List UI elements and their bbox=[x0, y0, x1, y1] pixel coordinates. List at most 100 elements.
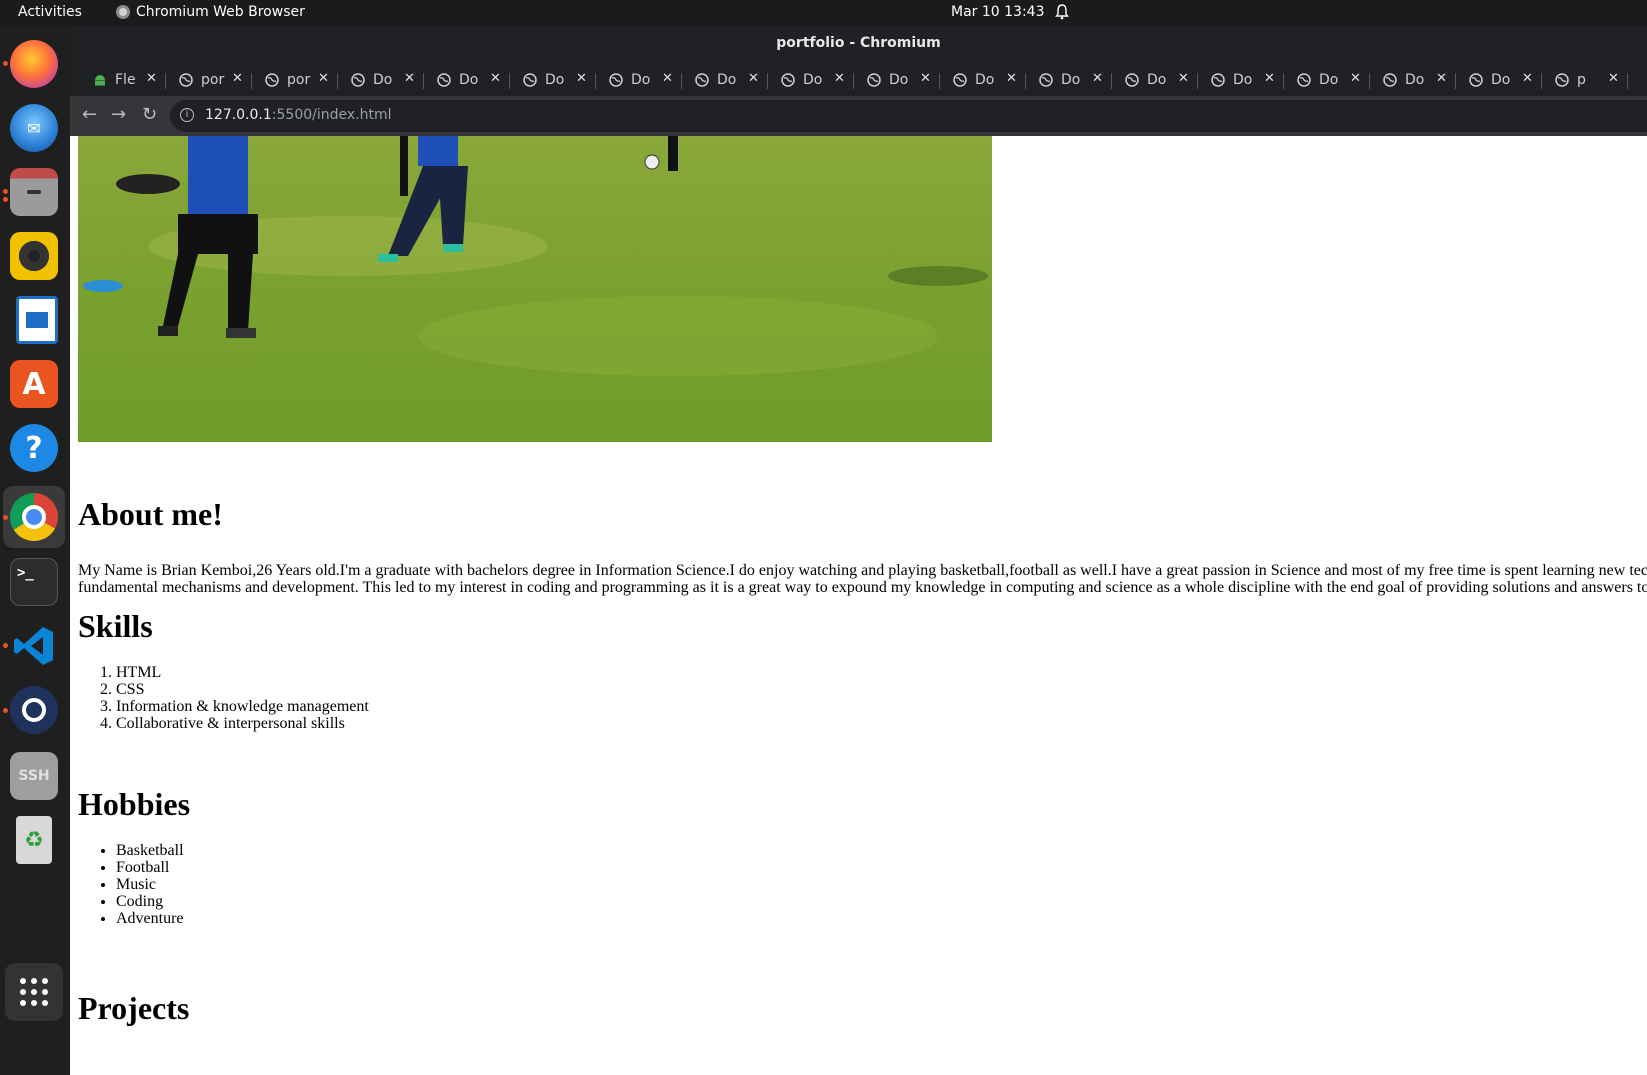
app-menu-label: Chromium Web Browser bbox=[136, 4, 305, 20]
tab-close-icon[interactable]: ✕ bbox=[1264, 71, 1275, 86]
forward-arrow-icon[interactable]: → bbox=[111, 104, 126, 125]
running-indicator bbox=[3, 189, 8, 194]
site-info-icon[interactable]: i bbox=[180, 108, 194, 122]
skill-item: HTML bbox=[116, 664, 369, 681]
browser-tab[interactable]: Do ✕ bbox=[854, 68, 940, 94]
globe-icon bbox=[1383, 73, 1397, 87]
tab-title: Do bbox=[889, 72, 909, 88]
android-icon bbox=[93, 73, 107, 87]
ubuntu-software-icon[interactable]: A bbox=[10, 360, 58, 408]
globe-icon bbox=[695, 73, 709, 87]
tab-close-icon[interactable]: ✕ bbox=[490, 71, 501, 86]
browser-tab[interactable]: p ✕ bbox=[1542, 68, 1628, 94]
browser-tab[interactable]: por ✕ bbox=[166, 68, 252, 94]
clock[interactable]: Mar 10 13:43 bbox=[951, 4, 1044, 20]
tab-close-icon[interactable]: ✕ bbox=[1092, 71, 1103, 86]
browser-tab[interactable]: Do ✕ bbox=[338, 68, 424, 94]
ssh-keys-icon[interactable]: SSH bbox=[10, 752, 58, 800]
writer-icon[interactable] bbox=[16, 296, 58, 344]
tab-close-icon[interactable]: ✕ bbox=[404, 71, 415, 86]
rhythmbox-icon[interactable] bbox=[10, 232, 58, 280]
globe-icon bbox=[1469, 73, 1483, 87]
browser-tab[interactable]: Do ✕ bbox=[682, 68, 768, 94]
vscode-icon[interactable] bbox=[10, 622, 58, 670]
tab-close-icon[interactable]: ✕ bbox=[748, 71, 759, 86]
mattermost-icon[interactable] bbox=[10, 686, 58, 734]
tab-title: Do bbox=[631, 72, 651, 88]
reload-icon[interactable]: ↻ bbox=[142, 104, 157, 125]
tab-title: Do bbox=[1147, 72, 1167, 88]
running-indicator bbox=[3, 515, 8, 520]
globe-icon bbox=[523, 73, 537, 87]
globe-icon bbox=[179, 73, 193, 87]
chromium-icon[interactable] bbox=[10, 493, 58, 541]
tab-title: p bbox=[1577, 72, 1586, 88]
about-line: My Name is Brian Kemboi,26 Years old.I'm… bbox=[78, 562, 1647, 579]
notification-bell-icon[interactable] bbox=[1055, 4, 1069, 24]
terminal-icon[interactable]: >_ bbox=[10, 558, 58, 606]
browser-tab[interactable]: Do ✕ bbox=[510, 68, 596, 94]
tab-close-icon[interactable]: ✕ bbox=[662, 71, 673, 86]
tab-strip: Fle ✕ por ✕ por ✕ Do ✕ Do ✕ Do ✕ Do ✕ Do ✕ Do ✕ Do ✕ Do ✕ Do ✕ D… bbox=[70, 62, 1647, 96]
browser-tab[interactable]: Do ✕ bbox=[1198, 68, 1284, 94]
running-indicator bbox=[3, 61, 8, 66]
browser-toolbar: ← → ↻ i 127.0.0.1:5500/index.html bbox=[70, 96, 1647, 136]
window-title: portfolio - Chromium bbox=[70, 26, 1647, 62]
browser-tab[interactable]: Do ✕ bbox=[768, 68, 854, 94]
tab-title: Do bbox=[1405, 72, 1425, 88]
tab-close-icon[interactable]: ✕ bbox=[1522, 71, 1533, 86]
globe-icon bbox=[265, 73, 279, 87]
running-indicator bbox=[3, 197, 8, 202]
hobby-item: Coding bbox=[116, 893, 184, 910]
tab-close-icon[interactable]: ✕ bbox=[920, 71, 931, 86]
tab-close-icon[interactable]: ✕ bbox=[232, 71, 243, 86]
url-text[interactable]: 127.0.0.1:5500/index.html bbox=[205, 107, 392, 123]
browser-tab[interactable]: Do ✕ bbox=[424, 68, 510, 94]
hobby-item: Music bbox=[116, 876, 184, 893]
browser-tab[interactable]: Do ✕ bbox=[1370, 68, 1456, 94]
browser-tab[interactable]: Do ✕ bbox=[1284, 68, 1370, 94]
tab-title: Do bbox=[459, 72, 479, 88]
chromium-mini-icon bbox=[116, 5, 130, 19]
running-indicator bbox=[3, 643, 8, 648]
browser-tab[interactable]: Do ✕ bbox=[940, 68, 1026, 94]
browser-tab[interactable]: Do ✕ bbox=[1456, 68, 1542, 94]
projects-heading: Projects bbox=[78, 990, 190, 1026]
trash-icon[interactable]: ♻ bbox=[16, 816, 52, 864]
firefox-icon[interactable] bbox=[10, 40, 58, 88]
about-line: fundamental mechanisms and development. … bbox=[78, 579, 1647, 596]
thunderbird-icon[interactable]: ✉ bbox=[10, 104, 58, 152]
tab-title: por bbox=[201, 72, 225, 88]
back-arrow-icon[interactable]: ← bbox=[82, 104, 97, 125]
tab-close-icon[interactable]: ✕ bbox=[1608, 71, 1619, 86]
globe-icon bbox=[1211, 73, 1225, 87]
help-icon[interactable]: ? bbox=[10, 424, 58, 472]
browser-tab[interactable]: Fle ✕ bbox=[80, 68, 166, 94]
browser-tab[interactable]: Do ✕ bbox=[1112, 68, 1198, 94]
browser-tab[interactable]: Do ✕ bbox=[1026, 68, 1112, 94]
globe-icon bbox=[1125, 73, 1139, 87]
globe-icon bbox=[351, 73, 365, 87]
tab-close-icon[interactable]: ✕ bbox=[318, 71, 329, 86]
tab-close-icon[interactable]: ✕ bbox=[1006, 71, 1017, 86]
files-icon[interactable] bbox=[10, 168, 58, 216]
tab-title: por bbox=[287, 72, 311, 88]
browser-tab[interactable]: por ✕ bbox=[252, 68, 338, 94]
hobby-item: Basketball bbox=[116, 842, 184, 859]
tab-close-icon[interactable]: ✕ bbox=[1436, 71, 1447, 86]
tab-close-icon[interactable]: ✕ bbox=[1350, 71, 1361, 86]
tab-close-icon[interactable]: ✕ bbox=[1178, 71, 1189, 86]
hobbies-list: Basketball Football Music Coding Adventu… bbox=[78, 842, 184, 927]
gnome-top-bar: Activities Chromium Web Browser Mar 10 1… bbox=[0, 0, 1647, 26]
activities-button[interactable]: Activities bbox=[18, 4, 82, 20]
tab-close-icon[interactable]: ✕ bbox=[834, 71, 845, 86]
tab-close-icon[interactable]: ✕ bbox=[576, 71, 587, 86]
tab-title: Fle bbox=[115, 72, 136, 88]
app-menu[interactable]: Chromium Web Browser bbox=[116, 4, 305, 20]
football-photo bbox=[78, 136, 992, 442]
tab-title: Do bbox=[545, 72, 565, 88]
address-bar[interactable]: i 127.0.0.1:5500/index.html bbox=[170, 100, 1647, 132]
show-apps-grid-icon[interactable] bbox=[5, 963, 63, 1021]
tab-close-icon[interactable]: ✕ bbox=[146, 71, 157, 86]
browser-tab[interactable]: Do ✕ bbox=[596, 68, 682, 94]
